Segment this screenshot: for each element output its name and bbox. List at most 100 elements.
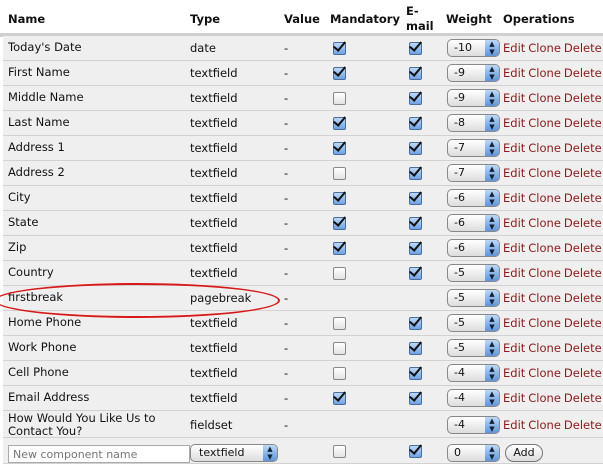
- clone-link[interactable]: Clone: [528, 41, 561, 55]
- edit-link[interactable]: Edit: [503, 418, 525, 432]
- edit-link[interactable]: Edit: [503, 41, 525, 55]
- edit-link[interactable]: Edit: [503, 191, 525, 205]
- edit-link[interactable]: Edit: [503, 66, 525, 80]
- clone-link[interactable]: Clone: [528, 116, 561, 130]
- email-checkbox[interactable]: [409, 367, 422, 380]
- delete-link[interactable]: Delete: [564, 91, 602, 105]
- delete-link[interactable]: Delete: [564, 66, 602, 80]
- mandatory-checkbox[interactable]: [333, 367, 346, 380]
- weight-select[interactable]: -7 ▲ ▼: [447, 164, 500, 182]
- clone-link[interactable]: Clone: [528, 418, 561, 432]
- clone-link[interactable]: Clone: [528, 316, 561, 330]
- mandatory-checkbox[interactable]: [333, 117, 346, 130]
- new-weight-select[interactable]: 0 ▲ ▼: [447, 444, 500, 462]
- mandatory-checkbox[interactable]: [333, 142, 346, 155]
- email-checkbox[interactable]: [409, 342, 422, 355]
- clone-link[interactable]: Clone: [528, 291, 561, 305]
- clone-link[interactable]: Clone: [528, 341, 561, 355]
- delete-link[interactable]: Delete: [564, 116, 602, 130]
- edit-link[interactable]: Edit: [503, 241, 525, 255]
- edit-link[interactable]: Edit: [503, 91, 525, 105]
- clone-link[interactable]: Clone: [528, 66, 561, 80]
- mandatory-checkbox[interactable]: [333, 67, 346, 80]
- email-checkbox[interactable]: [409, 92, 422, 105]
- weight-select[interactable]: -4 ▲ ▼: [447, 416, 500, 434]
- weight-select[interactable]: -5 ▲ ▼: [447, 289, 500, 307]
- weight-select[interactable]: -9 ▲ ▼: [447, 64, 500, 82]
- mandatory-checkbox[interactable]: [333, 267, 346, 280]
- weight-select[interactable]: -6 ▲ ▼: [447, 239, 500, 257]
- edit-link[interactable]: Edit: [503, 316, 525, 330]
- delete-link[interactable]: Delete: [564, 391, 602, 405]
- mandatory-checkbox[interactable]: [333, 242, 346, 255]
- weight-select[interactable]: -5 ▲ ▼: [447, 339, 500, 357]
- email-checkbox[interactable]: [409, 317, 422, 330]
- weight-select[interactable]: -7 ▲ ▼: [447, 139, 500, 157]
- delete-link[interactable]: Delete: [564, 316, 602, 330]
- delete-link[interactable]: Delete: [564, 191, 602, 205]
- clone-link[interactable]: Clone: [528, 216, 561, 230]
- weight-select[interactable]: -4 ▲ ▼: [447, 389, 500, 407]
- email-checkbox[interactable]: [409, 42, 422, 55]
- delete-link[interactable]: Delete: [564, 418, 602, 432]
- weight-select[interactable]: -8 ▲ ▼: [447, 114, 500, 132]
- mandatory-checkbox[interactable]: [333, 392, 346, 405]
- edit-link[interactable]: Edit: [503, 141, 525, 155]
- email-checkbox[interactable]: [409, 192, 422, 205]
- edit-link[interactable]: Edit: [503, 266, 525, 280]
- delete-link[interactable]: Delete: [564, 366, 602, 380]
- email-checkbox[interactable]: [409, 167, 422, 180]
- email-checkbox[interactable]: [409, 142, 422, 155]
- new-component-name-input[interactable]: [8, 445, 190, 463]
- delete-link[interactable]: Delete: [564, 166, 602, 180]
- delete-link[interactable]: Delete: [564, 141, 602, 155]
- email-checkbox[interactable]: [409, 117, 422, 130]
- weight-select[interactable]: -5 ▲ ▼: [447, 314, 500, 332]
- mandatory-checkbox[interactable]: [333, 167, 346, 180]
- weight-select[interactable]: -6 ▲ ▼: [447, 189, 500, 207]
- clone-link[interactable]: Clone: [528, 141, 561, 155]
- edit-link[interactable]: Edit: [503, 391, 525, 405]
- new-type-select[interactable]: textfield ▲ ▼: [190, 444, 278, 462]
- mandatory-checkbox[interactable]: [333, 217, 346, 230]
- delete-link[interactable]: Delete: [564, 216, 602, 230]
- new-email-checkbox[interactable]: [409, 445, 422, 458]
- mandatory-checkbox[interactable]: [333, 192, 346, 205]
- email-checkbox[interactable]: [409, 392, 422, 405]
- email-checkbox[interactable]: [409, 242, 422, 255]
- weight-select[interactable]: -5 ▲ ▼: [447, 264, 500, 282]
- delete-link[interactable]: Delete: [564, 291, 602, 305]
- add-button[interactable]: Add: [505, 444, 543, 462]
- weight-select[interactable]: -10 ▲ ▼: [447, 39, 500, 57]
- new-mandatory-checkbox[interactable]: [333, 445, 346, 458]
- delete-link[interactable]: Delete: [564, 341, 602, 355]
- edit-link[interactable]: Edit: [503, 341, 525, 355]
- weight-select[interactable]: -9 ▲ ▼: [447, 89, 500, 107]
- edit-link[interactable]: Edit: [503, 216, 525, 230]
- clone-link[interactable]: Clone: [528, 391, 561, 405]
- edit-link[interactable]: Edit: [503, 166, 525, 180]
- clone-link[interactable]: Clone: [528, 191, 561, 205]
- clone-link[interactable]: Clone: [528, 266, 561, 280]
- mandatory-checkbox[interactable]: [333, 342, 346, 355]
- clone-link[interactable]: Clone: [528, 91, 561, 105]
- mandatory-checkbox[interactable]: [333, 42, 346, 55]
- operations: Edit Clone Delete: [503, 41, 603, 55]
- email-checkbox[interactable]: [409, 267, 422, 280]
- weight-select[interactable]: -4 ▲ ▼: [447, 364, 500, 382]
- delete-link[interactable]: Delete: [564, 266, 602, 280]
- delete-link[interactable]: Delete: [564, 41, 602, 55]
- email-checkbox[interactable]: [409, 217, 422, 230]
- mandatory-checkbox[interactable]: [333, 317, 346, 330]
- edit-link[interactable]: Edit: [503, 366, 525, 380]
- weight-value: -5: [454, 316, 465, 329]
- weight-select[interactable]: -6 ▲ ▼: [447, 214, 500, 232]
- clone-link[interactable]: Clone: [528, 366, 561, 380]
- edit-link[interactable]: Edit: [503, 291, 525, 305]
- delete-link[interactable]: Delete: [564, 241, 602, 255]
- email-checkbox[interactable]: [409, 67, 422, 80]
- mandatory-checkbox[interactable]: [333, 92, 346, 105]
- clone-link[interactable]: Clone: [528, 166, 561, 180]
- clone-link[interactable]: Clone: [528, 241, 561, 255]
- edit-link[interactable]: Edit: [503, 116, 525, 130]
